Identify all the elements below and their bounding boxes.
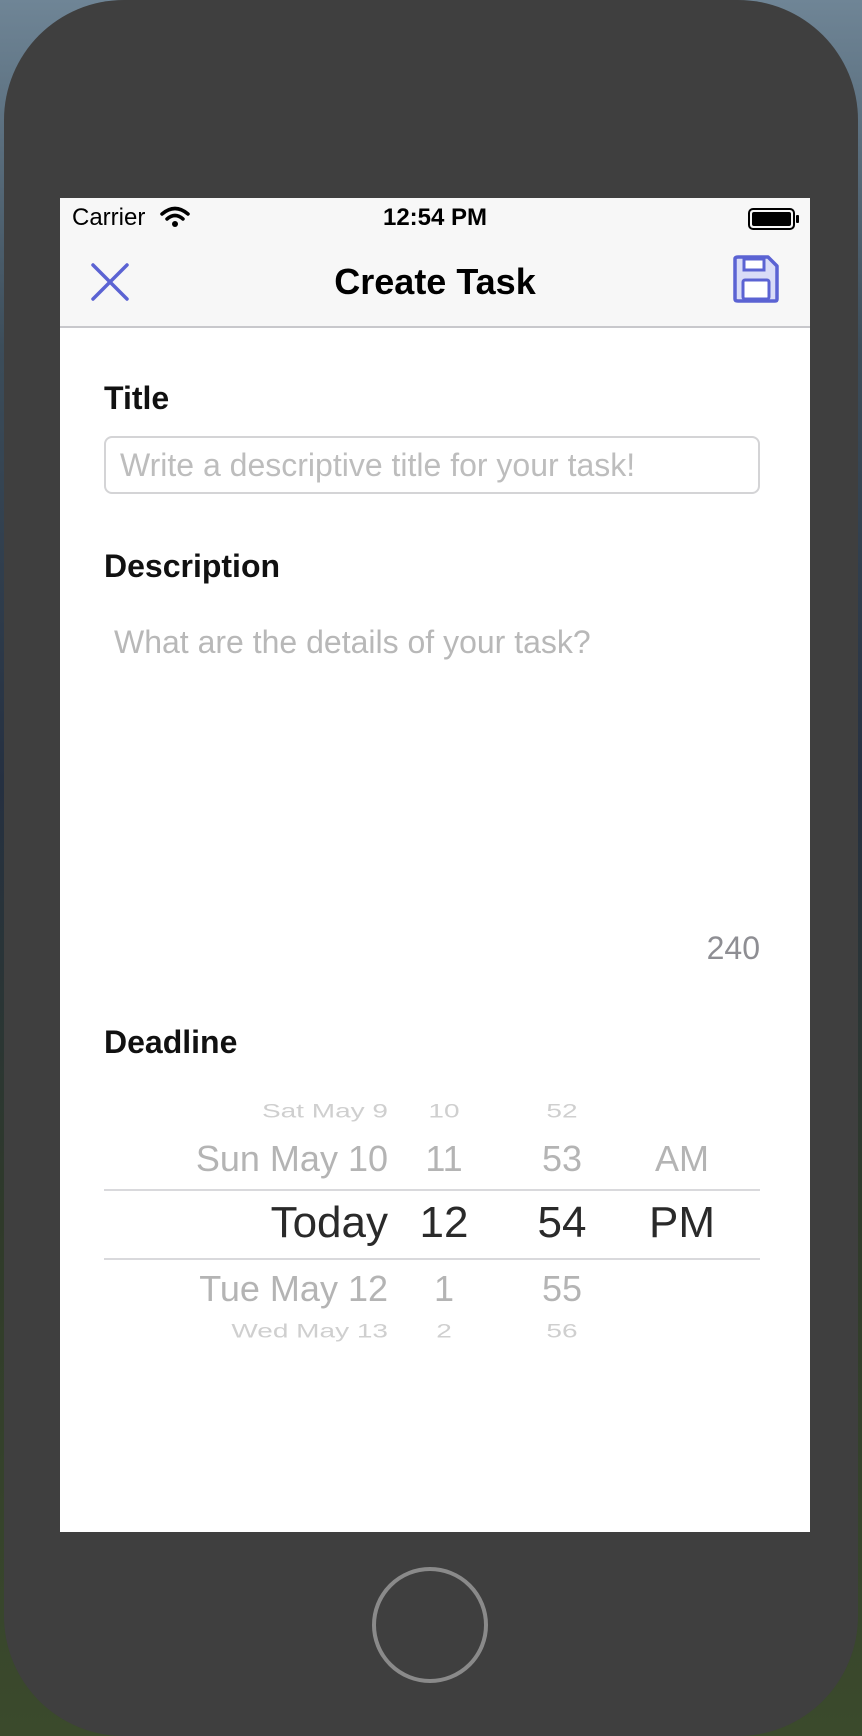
title-input[interactable] xyxy=(104,436,760,494)
picker-minute: 53 xyxy=(541,1138,583,1179)
picker-minute: 56 xyxy=(546,1320,578,1342)
floppy-disk-save-icon xyxy=(733,255,779,303)
picker-hour: 10 xyxy=(428,1100,460,1122)
picker-minute: 52 xyxy=(546,1100,578,1122)
navigation-bar: Create Task xyxy=(60,238,810,328)
picker-day: Wed May 13 xyxy=(231,1320,388,1342)
description-label: Description xyxy=(104,548,281,584)
character-counter: 240 xyxy=(706,930,760,966)
picker-hour: 12 xyxy=(419,1198,469,1247)
save-button[interactable] xyxy=(732,254,780,304)
page-title: Create Task xyxy=(334,261,536,302)
picker-minute: 54 xyxy=(537,1198,587,1247)
status-time: 12:54 PM xyxy=(382,204,488,231)
title-label: Title xyxy=(104,380,170,416)
close-button[interactable] xyxy=(88,260,132,304)
description-field[interactable] xyxy=(104,616,760,916)
battery-icon xyxy=(748,208,799,230)
picker-minute: 55 xyxy=(541,1268,583,1309)
close-icon xyxy=(91,263,129,301)
picker-hour: 2 xyxy=(436,1320,452,1342)
phone-frame: Carrier 12:54 PM Create Task Title Write… xyxy=(4,0,858,1736)
picker-day: Tue May 12 xyxy=(199,1268,388,1309)
picker-selection-bottom-divider xyxy=(104,1258,760,1260)
picker-ampm: AM xyxy=(655,1138,709,1179)
status-bar: Carrier 12:54 PM xyxy=(60,198,810,238)
picker-day: Today xyxy=(270,1198,388,1247)
home-button[interactable] xyxy=(372,1567,488,1683)
deadline-label: Deadline xyxy=(104,1024,238,1060)
app-screen: Carrier 12:54 PM Create Task Title Write… xyxy=(60,198,810,1532)
deadline-date-time-picker[interactable]: Sat May 9 10 52 Sun May 10 11 53 AM Toda… xyxy=(104,1084,760,1374)
picker-ampm: PM xyxy=(649,1198,715,1247)
picker-selection-top-divider xyxy=(104,1189,760,1191)
picker-day: Sun May 10 xyxy=(195,1138,388,1179)
picker-hour: 11 xyxy=(425,1138,463,1179)
picker-hour: 1 xyxy=(433,1268,455,1309)
picker-day: Sat May 9 xyxy=(261,1100,388,1122)
